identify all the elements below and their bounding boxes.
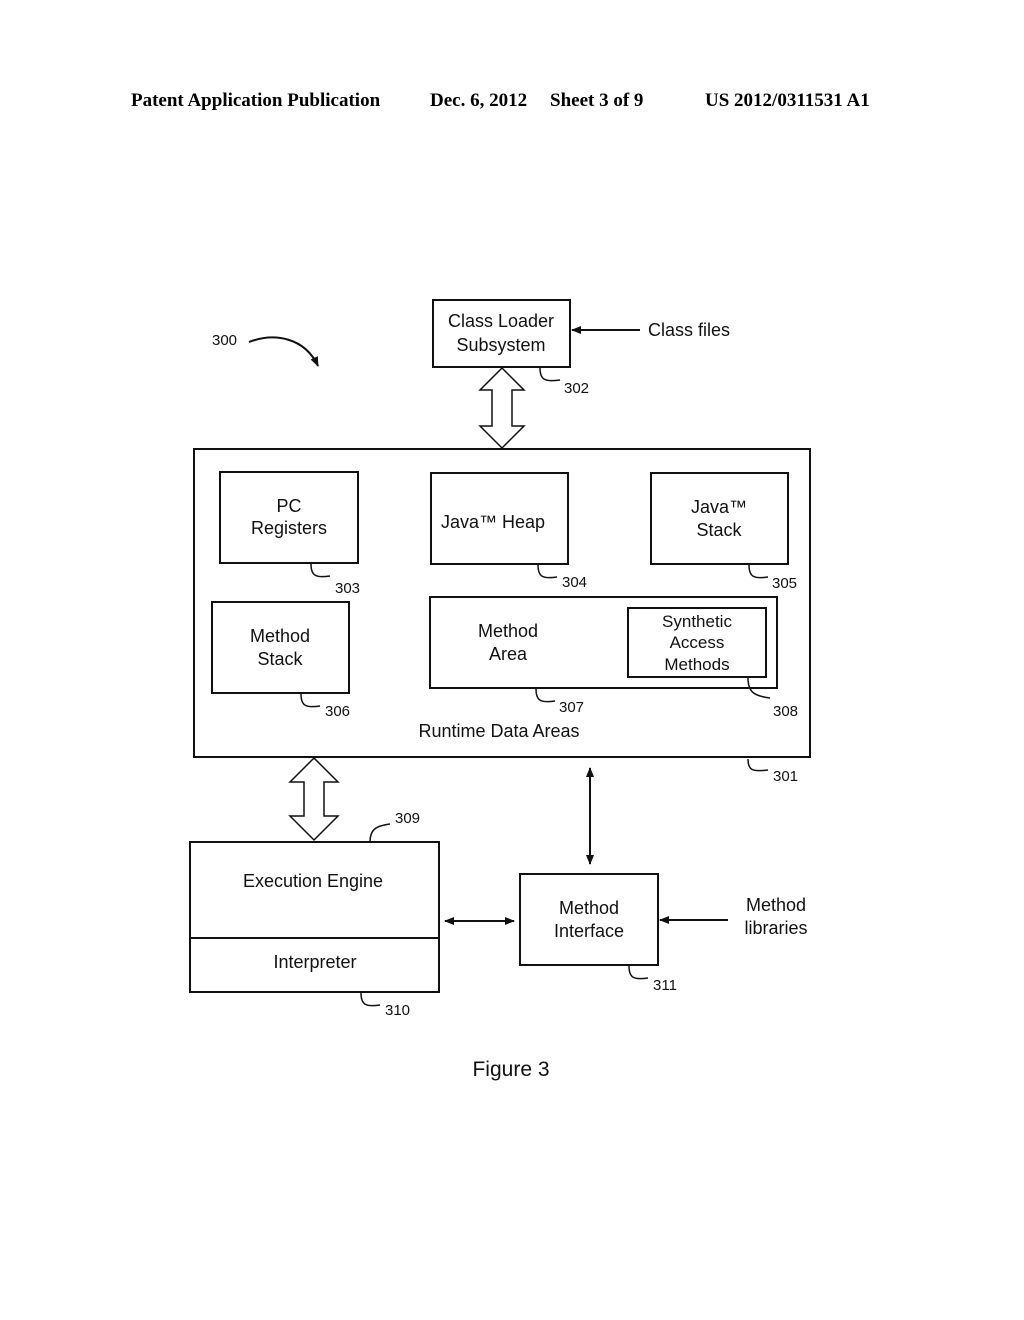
ref-306: 306	[325, 703, 350, 720]
figure-ref-arrow	[248, 336, 319, 367]
interpreter-label: Interpreter	[273, 952, 356, 972]
method-interface-line-2: Interface	[554, 921, 624, 941]
figure-caption: Figure 3	[472, 1058, 549, 1081]
method-libraries-line-2: libraries	[744, 918, 807, 938]
java-stack-line-2: Stack	[696, 520, 742, 540]
method-stack-line-1: Method	[250, 626, 310, 646]
method-interface-line-1: Method	[559, 898, 619, 918]
ref-311: 311	[653, 977, 677, 994]
java-stack-line-1: Java™	[691, 497, 747, 517]
synthetic-line-2: Access	[670, 633, 725, 652]
method-area-line-2: Area	[489, 644, 528, 664]
synthetic-line-1: Synthetic	[662, 612, 732, 631]
pc-registers-box: PC Registers	[219, 471, 359, 564]
double-arrow-runtime-execution	[288, 756, 340, 842]
java-stack-box: Java™ Stack	[650, 472, 789, 565]
figure-ref-300: 300	[212, 332, 237, 349]
execution-engine-box: Execution Engine Interpreter	[189, 841, 440, 993]
ref-303: 303	[335, 580, 360, 597]
runtime-data-areas-label: Runtime Data Areas	[418, 721, 579, 741]
ref-304: 304	[562, 574, 587, 591]
ref-307: 307	[559, 699, 584, 716]
method-libraries-line-1: Method	[746, 895, 806, 915]
leader-309	[369, 823, 391, 843]
method-stack-box: Method Stack	[211, 601, 350, 694]
class-loader-line-2: Subsystem	[456, 335, 545, 355]
method-interface-box: Method Interface	[519, 873, 659, 966]
double-arrow-classloader-runtime	[478, 366, 526, 450]
execution-engine-label: Execution Engine	[243, 871, 383, 891]
java-heap-box: Java™ Heap	[430, 472, 569, 565]
class-loader-line-1: Class Loader	[448, 311, 554, 331]
class-loader-subsystem-box: Class Loader Subsystem	[432, 299, 571, 368]
leader-310	[360, 992, 381, 1007]
java-heap-label: Java™ Heap	[441, 512, 545, 532]
class-files-label: Class files	[648, 320, 730, 340]
ref-308: 308	[773, 703, 798, 720]
leader-301	[747, 758, 769, 772]
pc-registers-line-2: Registers	[251, 518, 327, 538]
ref-310: 310	[385, 1002, 410, 1019]
synthetic-line-3: Methods	[664, 655, 729, 674]
synthetic-access-methods-box: Synthetic Access Methods	[627, 607, 767, 678]
ref-301: 301	[773, 768, 798, 785]
leader-311	[628, 965, 649, 980]
ref-305: 305	[772, 575, 797, 592]
jvm-architecture-diagram: 300 Class Loader Subsystem 302 Class fil…	[189, 299, 811, 1081]
ref-302: 302	[564, 380, 589, 397]
method-stack-line-2: Stack	[257, 649, 303, 669]
pc-registers-line-1: PC	[276, 496, 301, 516]
leader-302	[539, 367, 561, 382]
ref-309: 309	[395, 810, 420, 827]
method-area-line-1: Method	[478, 621, 538, 641]
